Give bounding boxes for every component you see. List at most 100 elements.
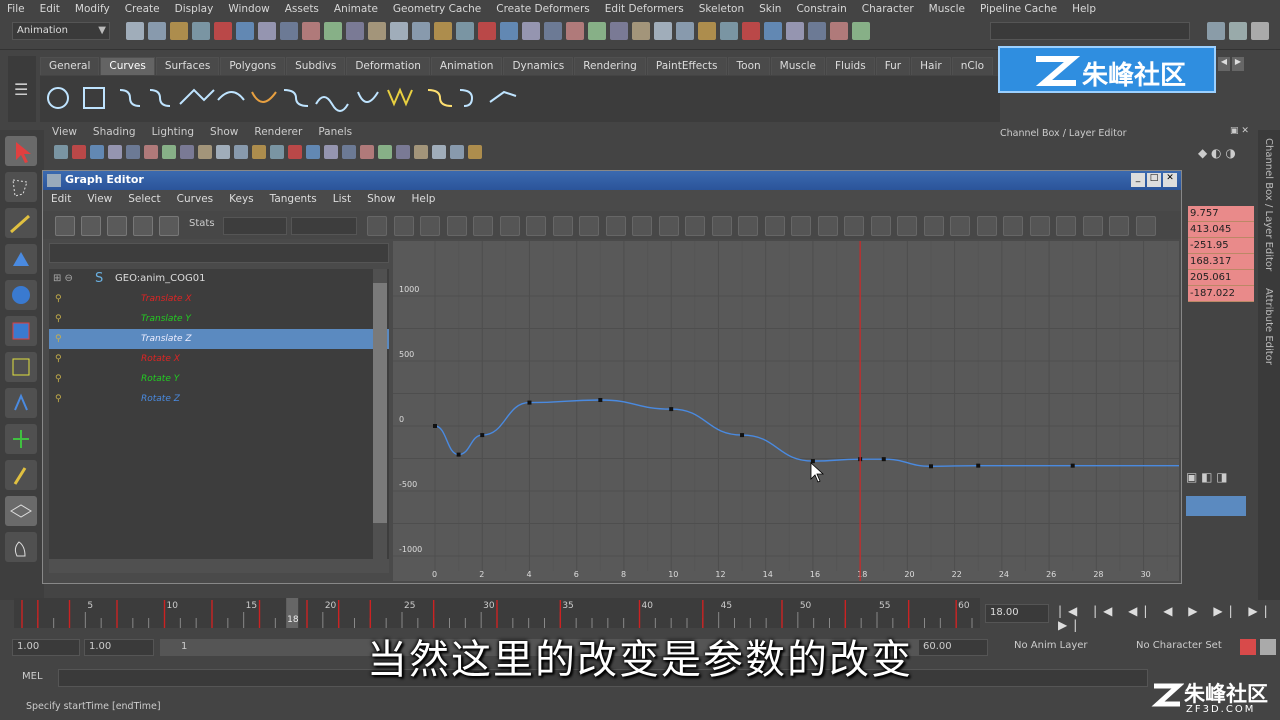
menu-skeleton[interactable]: Skeleton — [692, 3, 752, 15]
tangent-tool-icon[interactable] — [870, 216, 891, 236]
expand-icon[interactable]: ⊞ ⊖ — [53, 269, 73, 289]
graph-tool-icon[interactable] — [55, 216, 75, 236]
outliner-channel-row[interactable]: ⚲ Rotate X — [49, 349, 389, 369]
panel-toolbar-icon[interactable] — [396, 145, 410, 159]
tangent-tool-icon[interactable] — [1082, 216, 1103, 236]
graph-menu-keys[interactable]: Keys — [221, 191, 262, 209]
channel-value[interactable]: 168.317 — [1188, 254, 1254, 270]
stats-field-time[interactable] — [223, 217, 287, 235]
tangent-tool-icon[interactable] — [420, 216, 440, 236]
tangent-tool-icon[interactable] — [526, 216, 546, 236]
current-time-field[interactable]: 18.00 — [985, 604, 1049, 623]
shelf-tab-subdivs[interactable]: Subdivs — [286, 57, 346, 75]
pin-icon[interactable]: ⚲ — [55, 389, 62, 409]
side-tab-channel-box[interactable]: Channel Box / Layer Editor — [1263, 138, 1274, 271]
tangent-tool-icon[interactable] — [738, 216, 758, 236]
toolbar-icon[interactable] — [412, 22, 430, 40]
shelf-tab-deformation[interactable]: Deformation — [346, 57, 430, 75]
outliner-hscrollbar[interactable] — [49, 559, 389, 573]
tangent-tool-icon[interactable] — [446, 216, 467, 236]
shelf-tab-animation[interactable]: Animation — [430, 57, 503, 75]
show-manip-icon[interactable] — [5, 424, 37, 454]
channel-value[interactable]: -187.022 — [1188, 286, 1254, 302]
tangent-tool-icon[interactable] — [764, 216, 785, 236]
graph-tool-icon[interactable] — [81, 216, 101, 236]
toolbar-icon[interactable] — [830, 22, 848, 40]
outliner-channel-row[interactable]: ⚲ Translate Y — [49, 309, 389, 329]
menu-muscle[interactable]: Muscle — [922, 3, 973, 15]
panel-toolbar-icon[interactable] — [378, 145, 392, 159]
toolbar-icon[interactable] — [632, 22, 650, 40]
menu-edit-deformers[interactable]: Edit Deformers — [598, 3, 692, 15]
tangent-tool-icon[interactable] — [579, 216, 599, 236]
menu-window[interactable]: Window — [221, 3, 277, 15]
panel-toolbar-icon[interactable] — [414, 145, 428, 159]
tangent-tool-icon[interactable] — [1135, 216, 1156, 236]
tangent-tool-icon[interactable] — [393, 216, 414, 236]
panel-menu-shading[interactable]: Shading — [85, 126, 144, 142]
menu-help[interactable]: Help — [1065, 3, 1104, 15]
toolbar-icon[interactable] — [324, 22, 342, 40]
shelf-tab-rendering[interactable]: Rendering — [574, 57, 646, 75]
tangent-tool-icon[interactable] — [976, 216, 997, 236]
tangent-tool-icon[interactable] — [473, 216, 493, 236]
pin-icon[interactable]: ⚲ — [55, 309, 62, 329]
toolbar-icon[interactable] — [588, 22, 606, 40]
panel-toolbar-icon[interactable] — [216, 145, 230, 159]
pin-icon[interactable]: ⚲ — [55, 329, 62, 349]
outliner-channel-row[interactable]: ⚲ Rotate Z — [49, 389, 389, 409]
graph-tool-icon[interactable] — [133, 216, 153, 236]
time-slider-track[interactable]: 5 10 15 20 25 30 35 40 45 50 55 60 18 — [14, 598, 980, 628]
menu-create[interactable]: Create — [118, 3, 168, 15]
toolbar-icon[interactable] — [170, 22, 188, 40]
tangent-tool-icon[interactable] — [685, 216, 705, 236]
menu-geometry-cache[interactable]: Geometry Cache — [386, 3, 489, 15]
panel-toolbar-icon[interactable] — [270, 145, 284, 159]
panel-toolbar-icon[interactable] — [252, 145, 266, 159]
tangent-tool-icon[interactable] — [1029, 216, 1050, 236]
outliner-root[interactable]: ⊞ ⊖ S GEO:anim_COG01 — [49, 269, 389, 289]
panel-toolbar-icon[interactable] — [450, 145, 464, 159]
toolbar-icon[interactable] — [522, 22, 540, 40]
toolbar-icon[interactable] — [654, 22, 672, 40]
panel-toolbar-icon[interactable] — [468, 145, 482, 159]
curve-graph[interactable]: 10005000-500-10000 2 4 6 8 10 12 14 16 18 20 22 24 26… — [393, 241, 1179, 581]
toolbar-icon[interactable] — [346, 22, 364, 40]
minimize-icon[interactable]: _ — [1131, 173, 1145, 187]
panel-toolbar-icon[interactable] — [324, 145, 338, 159]
toolbar-icon[interactable] — [544, 22, 562, 40]
menu-constrain[interactable]: Constrain — [789, 3, 854, 15]
tangent-tool-icon[interactable] — [1056, 216, 1076, 236]
toolbar-icon[interactable] — [258, 22, 276, 40]
menu-modify[interactable]: Modify — [68, 3, 118, 15]
curve-tool-icons[interactable] — [40, 76, 560, 122]
panel-toolbar-icon[interactable] — [72, 145, 86, 159]
graph-menu-select[interactable]: Select — [120, 191, 168, 209]
tangent-tool-icon[interactable] — [923, 216, 944, 236]
outliner-scrollbar[interactable] — [373, 269, 387, 559]
toolbar-icon[interactable] — [742, 22, 760, 40]
menu-edit[interactable]: Edit — [33, 3, 68, 15]
graph-menu-edit[interactable]: Edit — [43, 191, 79, 209]
shelf-tab-toon[interactable]: Toon — [727, 57, 770, 75]
shelf-tab-surfaces[interactable]: Surfaces — [155, 57, 220, 75]
panel-menu-view[interactable]: View — [44, 126, 85, 142]
tangent-tool-icon[interactable] — [605, 216, 626, 236]
tangent-tool-icon[interactable] — [632, 216, 652, 236]
chevron-left-icon[interactable]: ◀ — [1218, 57, 1230, 71]
toolbar-icon[interactable] — [610, 22, 628, 40]
toolbar-icon[interactable] — [126, 22, 144, 40]
toolbar-icon[interactable] — [280, 22, 298, 40]
layout-icon[interactable] — [1251, 22, 1269, 40]
menu-create-deformers[interactable]: Create Deformers — [489, 3, 598, 15]
toolbar-icon[interactable] — [720, 22, 738, 40]
panel-toolbar-icon[interactable] — [234, 145, 248, 159]
menu-assets[interactable]: Assets — [278, 3, 327, 15]
panel-toolbar-icon[interactable] — [90, 145, 104, 159]
panel-toolbar-icon[interactable] — [162, 145, 176, 159]
panel-menu-show[interactable]: Show — [202, 126, 246, 142]
time-slider[interactable]: 5 10 15 20 25 30 35 40 45 50 55 60 18 — [14, 598, 980, 628]
panel-toolbar-icon[interactable] — [342, 145, 356, 159]
tangent-tool-icon[interactable] — [367, 216, 387, 236]
menu-skin[interactable]: Skin — [752, 3, 789, 15]
